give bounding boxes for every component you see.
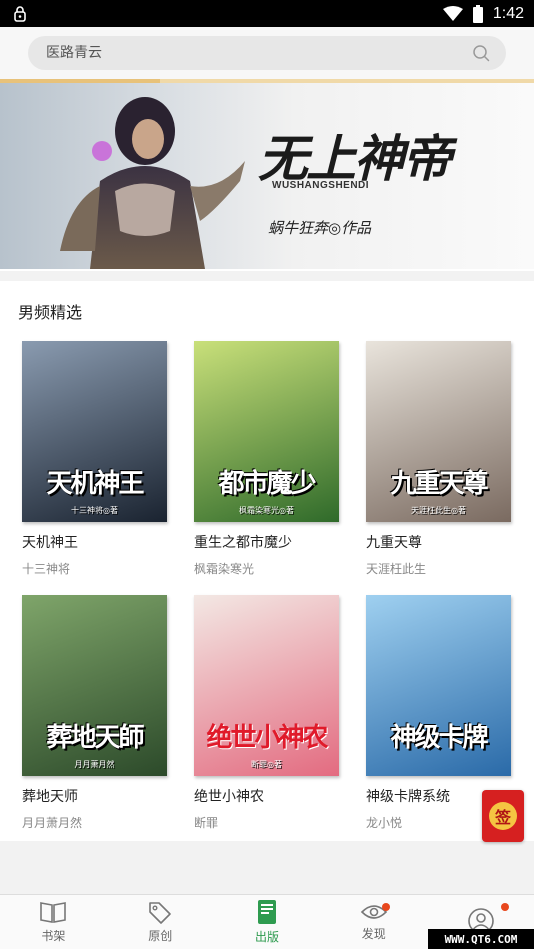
cover-title: 都市魔少 bbox=[218, 469, 316, 499]
banner-carousel[interactable]: 无上神帝 WUSHANGSHENDI 蜗牛狂奔◎作品 bbox=[0, 79, 534, 271]
cover-author: 断罪◎著 bbox=[251, 760, 282, 769]
cover-title: 神级卡牌 bbox=[390, 723, 488, 753]
book-title[interactable]: 重生之都市魔少 bbox=[194, 532, 339, 552]
sign-in-button[interactable]: 签 bbox=[482, 790, 524, 842]
tag-icon bbox=[149, 902, 171, 924]
status-bar: 1:42 bbox=[0, 0, 534, 27]
book-title[interactable]: 葬地天师 bbox=[22, 786, 167, 806]
cover-author: 天涯枉此生◎著 bbox=[411, 506, 466, 515]
book-cover[interactable]: 天机神王 十三神将◎著 bbox=[22, 341, 167, 522]
book-author: 十三神将 bbox=[22, 562, 71, 576]
wifi-icon bbox=[442, 5, 463, 21]
search-input[interactable] bbox=[46, 45, 472, 61]
book-open-icon bbox=[40, 902, 67, 923]
banner-author: 蜗牛狂奔◎作品 bbox=[268, 219, 372, 237]
sign-in-label: 签 bbox=[489, 802, 517, 830]
tab-label: 原创 bbox=[148, 929, 173, 943]
book-author: 断罪 bbox=[194, 816, 219, 830]
book-card[interactable]: 绝世小神农 断罪◎著 绝世小神农 断罪 bbox=[194, 595, 339, 831]
search-icon[interactable] bbox=[472, 44, 490, 62]
book-author: 天涯枉此生 bbox=[366, 562, 427, 576]
book-title[interactable]: 绝世小神农 bbox=[194, 786, 339, 806]
book-cover[interactable]: 九重天尊 天涯枉此生◎著 bbox=[366, 341, 511, 522]
tab-label: 书架 bbox=[41, 929, 66, 943]
search-bar bbox=[0, 27, 534, 79]
book-card[interactable]: 都市魔少 枫霜染寒光◎著 重生之都市魔少 枫霜染寒光 bbox=[194, 341, 339, 577]
banner-image[interactable]: 无上神帝 WUSHANGSHENDI 蜗牛狂奔◎作品 bbox=[0, 83, 534, 269]
book-title[interactable]: 天机神王 bbox=[22, 532, 167, 552]
book-title[interactable]: 九重天尊 bbox=[366, 532, 511, 552]
featured-section: 男频精选 天机神王 十三神将◎著 天机神王 十三神将 都市魔少 枫霜染寒光◎著 … bbox=[0, 281, 534, 841]
search-box[interactable] bbox=[28, 36, 506, 70]
section-title: 男频精选 bbox=[18, 303, 83, 322]
tab-discover[interactable]: 发现 bbox=[320, 895, 427, 949]
book-grid: 天机神王 十三神将◎著 天机神王 十三神将 都市魔少 枫霜染寒光◎著 重生之都市… bbox=[0, 341, 534, 831]
battery-icon bbox=[472, 4, 483, 23]
tab-original[interactable]: 原创 bbox=[107, 895, 214, 949]
cover-title: 葬地天師 bbox=[46, 723, 144, 753]
book-author: 枫霜染寒光 bbox=[194, 562, 255, 576]
book-card[interactable]: 天机神王 十三神将◎著 天机神王 十三神将 bbox=[22, 341, 167, 577]
tab-bookshelf[interactable]: 书架 bbox=[0, 895, 107, 949]
tab-label: 发现 bbox=[361, 927, 386, 941]
book-cover[interactable]: 都市魔少 枫霜染寒光◎著 bbox=[194, 341, 339, 522]
watermark: WWW.QT6.COM bbox=[428, 929, 534, 949]
cover-title: 天机神王 bbox=[46, 469, 144, 499]
book-cover[interactable]: 葬地天師 月月萧月然 bbox=[22, 595, 167, 776]
book-cover[interactable]: 绝世小神农 断罪◎著 bbox=[194, 595, 339, 776]
notification-icon bbox=[14, 5, 26, 22]
tab-publishing[interactable]: 出版 bbox=[214, 895, 321, 949]
notification-dot bbox=[501, 903, 510, 911]
banner-hero-figure bbox=[60, 97, 245, 269]
cover-author: 十三神将◎著 bbox=[71, 506, 118, 515]
book-green-icon bbox=[257, 900, 276, 924]
cover-author: 枫霜染寒光◎著 bbox=[239, 506, 294, 515]
book-cover[interactable]: 神级卡牌 bbox=[366, 595, 511, 776]
status-time: 1:42 bbox=[492, 4, 524, 22]
cover-title: 九重天尊 bbox=[390, 469, 488, 499]
tab-label: 出版 bbox=[254, 930, 279, 944]
notification-dot bbox=[382, 903, 391, 911]
book-card[interactable]: 葬地天師 月月萧月然 葬地天师 月月萧月然 bbox=[22, 595, 167, 831]
book-author: 月月萧月然 bbox=[22, 816, 83, 830]
cover-title: 绝世小神农 bbox=[206, 723, 328, 753]
book-card[interactable]: 九重天尊 天涯枉此生◎著 九重天尊 天涯枉此生 bbox=[366, 341, 511, 577]
banner-pinyin: WUSHANGSHENDI bbox=[272, 180, 370, 191]
cover-author: 月月萧月然 bbox=[74, 760, 115, 769]
